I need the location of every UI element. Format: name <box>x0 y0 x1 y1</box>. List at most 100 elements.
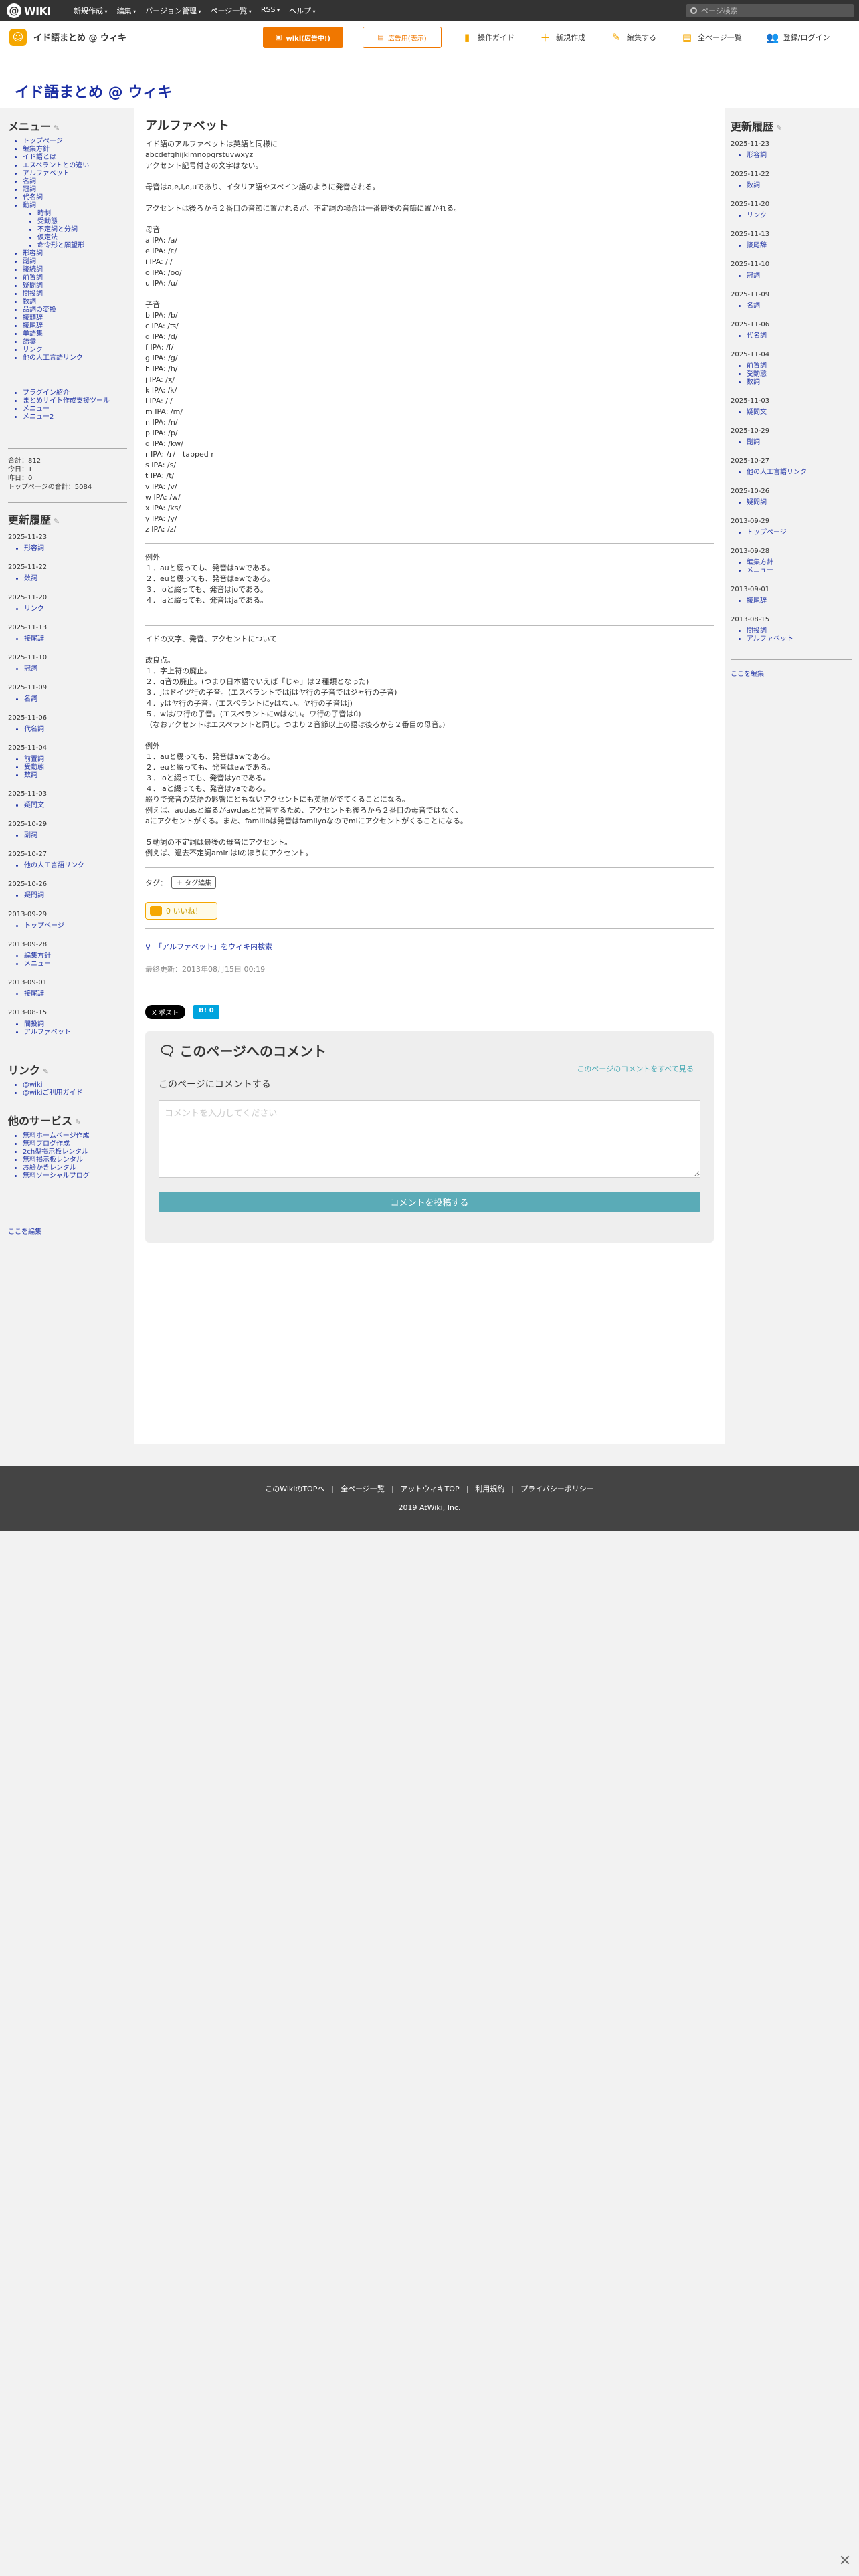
footer-link[interactable]: アットウィキTOP <box>401 1485 460 1493</box>
login-button[interactable]: 👥 登録/ログイン <box>766 31 830 43</box>
recent-change-right-item[interactable]: 代名詞 <box>747 332 852 340</box>
sidebar-menu-item[interactable]: 疑問詞 <box>23 282 127 290</box>
new-page-button[interactable]: ＋ 新規作成 <box>540 32 585 44</box>
page-search-input[interactable] <box>701 6 848 15</box>
recent-change-item[interactable]: 疑問詞 <box>24 892 127 900</box>
service-item[interactable]: 2ch型掲示板レンタル <box>23 1148 127 1156</box>
sidebar-menu-item[interactable]: 品詞の変換 <box>23 306 127 314</box>
service-item[interactable]: 無料ホームページ作成 <box>23 1132 127 1140</box>
service-item[interactable]: 無料掲示板レンタル <box>23 1156 127 1164</box>
x-post-button[interactable]: X ポスト <box>145 1005 186 1019</box>
recent-change-item[interactable]: メニュー <box>24 960 127 968</box>
recent-change-right-item[interactable]: 数詞 <box>747 182 852 190</box>
sidebar-menu-item[interactable]: 単語集 <box>23 330 127 338</box>
link-item[interactable]: @wikiご利用ガイド <box>23 1089 127 1097</box>
edit-pencil-icon[interactable]: ✎ <box>54 517 60 526</box>
recent-change-item[interactable]: 前置詞 <box>24 756 127 764</box>
sidebar-submenu-item[interactable]: 時制 <box>37 210 127 218</box>
sidebar-menu-item[interactable]: アルファベット <box>23 170 127 178</box>
recent-change-right-item[interactable]: 間投詞 <box>747 627 852 635</box>
hatena-bookmark-button[interactable]: B! 0 <box>193 1005 219 1019</box>
recent-change-item[interactable]: 他の人工言語リンク <box>24 862 127 870</box>
sidebar-menu-item[interactable]: 間投詞 <box>23 290 127 298</box>
recent-change-item[interactable]: 間投詞 <box>24 1021 127 1029</box>
sidebar-menu-item[interactable]: 前置詞 <box>23 274 127 282</box>
global-menu-item[interactable]: バージョン管理 <box>145 5 201 16</box>
edit-here-link-right[interactable]: ここを編集 <box>731 668 852 678</box>
sidebar-menu-item[interactable]: リンク <box>23 346 127 354</box>
recent-change-item[interactable]: リンク <box>24 605 127 613</box>
recent-change-item[interactable]: 副詞 <box>24 832 127 840</box>
sidebar-menu-item[interactable]: 数詞 <box>23 298 127 306</box>
recent-change-right-item[interactable]: 冠詞 <box>747 272 852 280</box>
recent-change-item[interactable]: 疑問文 <box>24 802 127 810</box>
recent-change-right-item[interactable]: 疑問文 <box>747 409 852 417</box>
recent-change-right-item[interactable]: 接尾辞 <box>747 597 852 605</box>
sidebar-submenu-item[interactable]: 命令形と願望形 <box>37 242 127 250</box>
sidebar-tool-item[interactable]: プラグイン紹介 <box>23 389 127 397</box>
global-menu-item[interactable]: ヘルプ <box>289 5 316 16</box>
footer-link[interactable]: 利用規約 <box>475 1485 504 1493</box>
recent-change-right-item[interactable]: 接尾辞 <box>747 242 852 250</box>
sidebar-menu-item[interactable]: 代名詞 <box>23 194 127 202</box>
service-item[interactable]: 無料ブログ作成 <box>23 1140 127 1148</box>
recent-change-right-item[interactable]: 前置詞 <box>747 362 852 370</box>
recent-change-right-item[interactable]: 形容詞 <box>747 152 852 160</box>
sidebar-tool-item[interactable]: メニュー2 <box>23 413 127 421</box>
sidebar-menu-item[interactable]: 編集方針 <box>23 146 127 154</box>
recent-change-right-item[interactable]: リンク <box>747 212 852 220</box>
recent-change-right-item[interactable]: 編集方針 <box>747 559 852 567</box>
tag-edit-button[interactable]: ＋ タグ編集 <box>171 876 217 889</box>
wiki-title[interactable]: イド語まとめ @ ウィキ <box>15 80 172 102</box>
recent-change-item[interactable]: 名詞 <box>24 695 127 704</box>
edit-pencil-icon[interactable]: ✎ <box>54 124 60 132</box>
ad-free-button[interactable]: ▣ wiki(広告中!) <box>263 27 343 48</box>
sidebar-menu-item[interactable]: 接尾辞 <box>23 322 127 330</box>
close-icon[interactable]: ✕ <box>836 2552 854 2569</box>
recent-change-item[interactable]: 編集方針 <box>24 952 127 960</box>
sidebar-tool-item[interactable]: まとめサイト作成支援ツール <box>23 397 127 405</box>
sidebar-menu-item[interactable]: 語彙 <box>23 338 127 346</box>
recent-change-item[interactable]: 数詞 <box>24 575 127 583</box>
recent-change-right-item[interactable]: 受動態 <box>747 370 852 379</box>
global-menu-item[interactable]: ページ一覧 <box>210 5 251 16</box>
recent-change-item[interactable]: トップページ <box>24 922 127 930</box>
sidebar-menu-item[interactable]: 動詞 <box>23 202 127 210</box>
footer-link[interactable]: このWikiのTOPへ <box>265 1485 324 1493</box>
recent-change-right-item[interactable]: 他の人工言語リンク <box>747 469 852 477</box>
sidebar-menu-item[interactable]: 接続詞 <box>23 266 127 274</box>
recent-change-right-item[interactable]: トップページ <box>747 529 852 537</box>
recent-change-right-item[interactable]: 副詞 <box>747 439 852 447</box>
like-button[interactable]: 0 いいね！ <box>145 902 217 920</box>
recent-change-item[interactable]: 形容詞 <box>24 545 127 553</box>
sidebar-submenu-item[interactable]: 受動態 <box>37 218 127 226</box>
see-all-comments-link[interactable]: このページのコメントをすべて見る <box>577 1063 694 1074</box>
sidebar-menu-item[interactable]: トップページ <box>23 138 127 146</box>
recent-change-item[interactable]: 受動態 <box>24 764 127 772</box>
link-item[interactable]: @wiki <box>23 1081 127 1089</box>
sidebar-menu-item[interactable]: 冠詞 <box>23 186 127 194</box>
ad-manage-button[interactable]: ▤ 広告用(表示) <box>363 27 442 48</box>
sidebar-menu-item[interactable]: エスペラントとの違い <box>23 162 127 170</box>
atwiki-logo[interactable]: @ WIKI <box>0 0 64 21</box>
sidebar-submenu-item[interactable]: 不定詞と分詞 <box>37 226 127 234</box>
page-search-box[interactable] <box>686 4 854 17</box>
comment-input[interactable] <box>159 1100 700 1178</box>
edit-pencil-icon[interactable]: ✎ <box>43 1067 49 1076</box>
recent-change-right-item[interactable]: アルファベット <box>747 635 852 643</box>
global-menu-item[interactable]: 編集 <box>117 5 136 16</box>
recent-change-right-item[interactable]: 数詞 <box>747 379 852 387</box>
sidebar-submenu-item[interactable]: 仮定法 <box>37 234 127 242</box>
site-name[interactable]: ☺ イド語まとめ @ ウィキ <box>0 28 254 46</box>
footer-link[interactable]: プライバシーポリシー <box>520 1485 594 1493</box>
recent-change-item[interactable]: 接尾辞 <box>24 990 127 998</box>
sidebar-menu-item[interactable]: 他の人工言語リンク <box>23 354 127 362</box>
recent-change-item[interactable]: 冠詞 <box>24 665 127 673</box>
sidebar-menu-item[interactable]: イド語とは <box>23 154 127 162</box>
service-item[interactable]: 無料ソーシャルプログ <box>23 1172 127 1180</box>
footer-link[interactable]: 全ページ一覧 <box>341 1485 385 1493</box>
recent-change-right-item[interactable]: 疑問詞 <box>747 499 852 507</box>
recent-change-item[interactable]: 代名詞 <box>24 726 127 734</box>
recent-change-item[interactable]: 接尾辞 <box>24 635 127 643</box>
global-menu-item[interactable]: 新規作成 <box>74 5 108 16</box>
